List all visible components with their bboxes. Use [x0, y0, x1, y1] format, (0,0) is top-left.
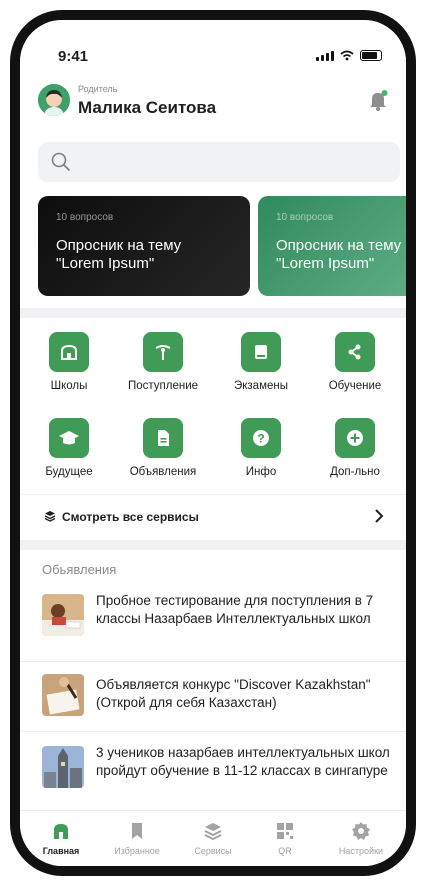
announcement-thumbnail: [42, 674, 84, 716]
survey-card[interactable]: 10 вопросов Опросник на тему "Lorem Ipsu…: [38, 196, 250, 296]
service-label: Экзамены: [233, 380, 288, 392]
chevron-right-icon: [375, 509, 384, 523]
user-role: Родитель: [78, 84, 118, 94]
survey-card-title: Опросник на тему "Lorem Ipsum": [276, 237, 406, 273]
graduation-cap-icon: [59, 431, 79, 445]
exam-icon: [255, 345, 267, 359]
svg-text:?: ?: [257, 432, 264, 446]
layers-icon: [204, 823, 222, 841]
tab-favorites[interactable]: Избранное: [102, 821, 172, 856]
survey-card-title: Опросник на тему "Lorem Ipsum": [56, 237, 232, 273]
qr-icon: [277, 823, 293, 839]
service-label: Доп-льно: [330, 466, 380, 478]
service-label: Поступление: [127, 380, 199, 392]
survey-card[interactable]: 10 вопросов Опросник на тему "Lorem Ipsu…: [258, 196, 406, 296]
announcement-item[interactable]: 3 учеников назарбаев интеллектуальных шк…: [20, 732, 406, 812]
survey-card-title-line1: Опросник на тему: [56, 237, 182, 254]
layers-icon: [44, 511, 56, 522]
search-icon: [51, 152, 70, 171]
service-label: Инфо: [245, 466, 277, 478]
service-announcements[interactable]: Объявления: [118, 418, 208, 478]
signal-icon: [316, 51, 334, 61]
tab-label: QR: [278, 846, 292, 856]
search-input[interactable]: [38, 142, 400, 182]
service-admission[interactable]: Поступление: [118, 332, 208, 392]
question-icon: ?: [253, 430, 269, 446]
survey-carousel[interactable]: 10 вопросов Опросник на тему "Lorem Ipsu…: [38, 196, 406, 296]
announcement-text: Пробное тестирование для поступления в 7…: [96, 593, 374, 626]
services-section: Школы Поступление Экзамены Обучение Буду…: [20, 318, 406, 540]
announcement-thumbnail: [42, 746, 84, 788]
screen: 9:41 Родитель Малика Сеитова 10 вопросов…: [20, 20, 406, 866]
service-learning[interactable]: Обучение: [310, 332, 400, 392]
survey-card-subtitle: 10 вопросов: [56, 212, 114, 223]
tab-label: Избранное: [114, 846, 160, 856]
service-additional[interactable]: Доп-льно: [310, 418, 400, 478]
service-exams[interactable]: Экзамены: [216, 332, 306, 392]
status-time: 9:41: [58, 48, 89, 65]
announcements-title: Обьявления: [42, 562, 117, 577]
service-future[interactable]: Будущее: [24, 418, 114, 478]
announcement-item[interactable]: Объявляется конкурс "Discover Kazakhstan…: [20, 662, 406, 732]
home-icon: [54, 824, 68, 839]
service-label: Объявления: [129, 466, 197, 478]
announcement-thumbnail: [42, 594, 84, 636]
survey-card-title-line1: Опросник на тему: [276, 237, 402, 254]
tab-settings[interactable]: Настройки: [326, 821, 396, 856]
survey-card-subtitle: 10 вопросов: [276, 212, 334, 223]
school-icon: [61, 344, 77, 360]
phone-frame: 9:41 Родитель Малика Сеитова 10 вопросов…: [10, 10, 416, 876]
header: Родитель Малика Сеитова 10 вопросов Опро…: [20, 76, 406, 308]
bookmark-icon: [132, 823, 142, 839]
announcement-text: Объявляется конкурс "Discover Kazakhstan…: [96, 677, 371, 710]
announcement-item[interactable]: Пробное тестирование для поступления в 7…: [20, 584, 406, 662]
status-bar: 9:41: [20, 20, 406, 76]
survey-card-title-line2: "Lorem Ipsum": [56, 255, 155, 272]
see-all-services-button[interactable]: Смотреть все сервисы: [20, 494, 406, 540]
bell-icon[interactable]: [366, 88, 390, 112]
service-schools[interactable]: Школы: [24, 332, 114, 392]
gear-icon: [352, 822, 370, 840]
service-info[interactable]: ? Инфо: [216, 418, 306, 478]
service-label: Обучение: [328, 380, 382, 392]
tab-label: Настройки: [338, 846, 384, 856]
service-label: Будущее: [45, 466, 93, 478]
tab-home[interactable]: Главная: [26, 821, 96, 856]
tab-services[interactable]: Сервисы: [178, 821, 248, 856]
document-icon: [158, 430, 169, 446]
admission-icon: [155, 345, 171, 360]
service-label: Школы: [50, 380, 88, 392]
battery-icon: [360, 50, 382, 61]
user-name: Малика Сеитова: [78, 98, 217, 117]
avatar[interactable]: [38, 84, 70, 116]
status-icons: [316, 50, 382, 61]
wifi-icon: [340, 50, 354, 61]
plus-icon: [347, 430, 363, 446]
share-icon: [348, 344, 361, 360]
tab-qr[interactable]: QR: [250, 821, 320, 856]
see-all-label: Смотреть все сервисы: [62, 510, 199, 524]
announcements-section: Обьявления Пробное тестирование для пост…: [20, 550, 406, 812]
survey-card-title-line2: "Lorem Ipsum": [276, 255, 375, 272]
tab-label: Главная: [42, 846, 80, 856]
tab-bar: Главная Избранное Сервисы QR Настройки: [20, 810, 406, 866]
tab-label: Сервисы: [194, 846, 232, 856]
announcement-text: 3 учеников назарбаев интеллектуальных шк…: [96, 745, 390, 778]
